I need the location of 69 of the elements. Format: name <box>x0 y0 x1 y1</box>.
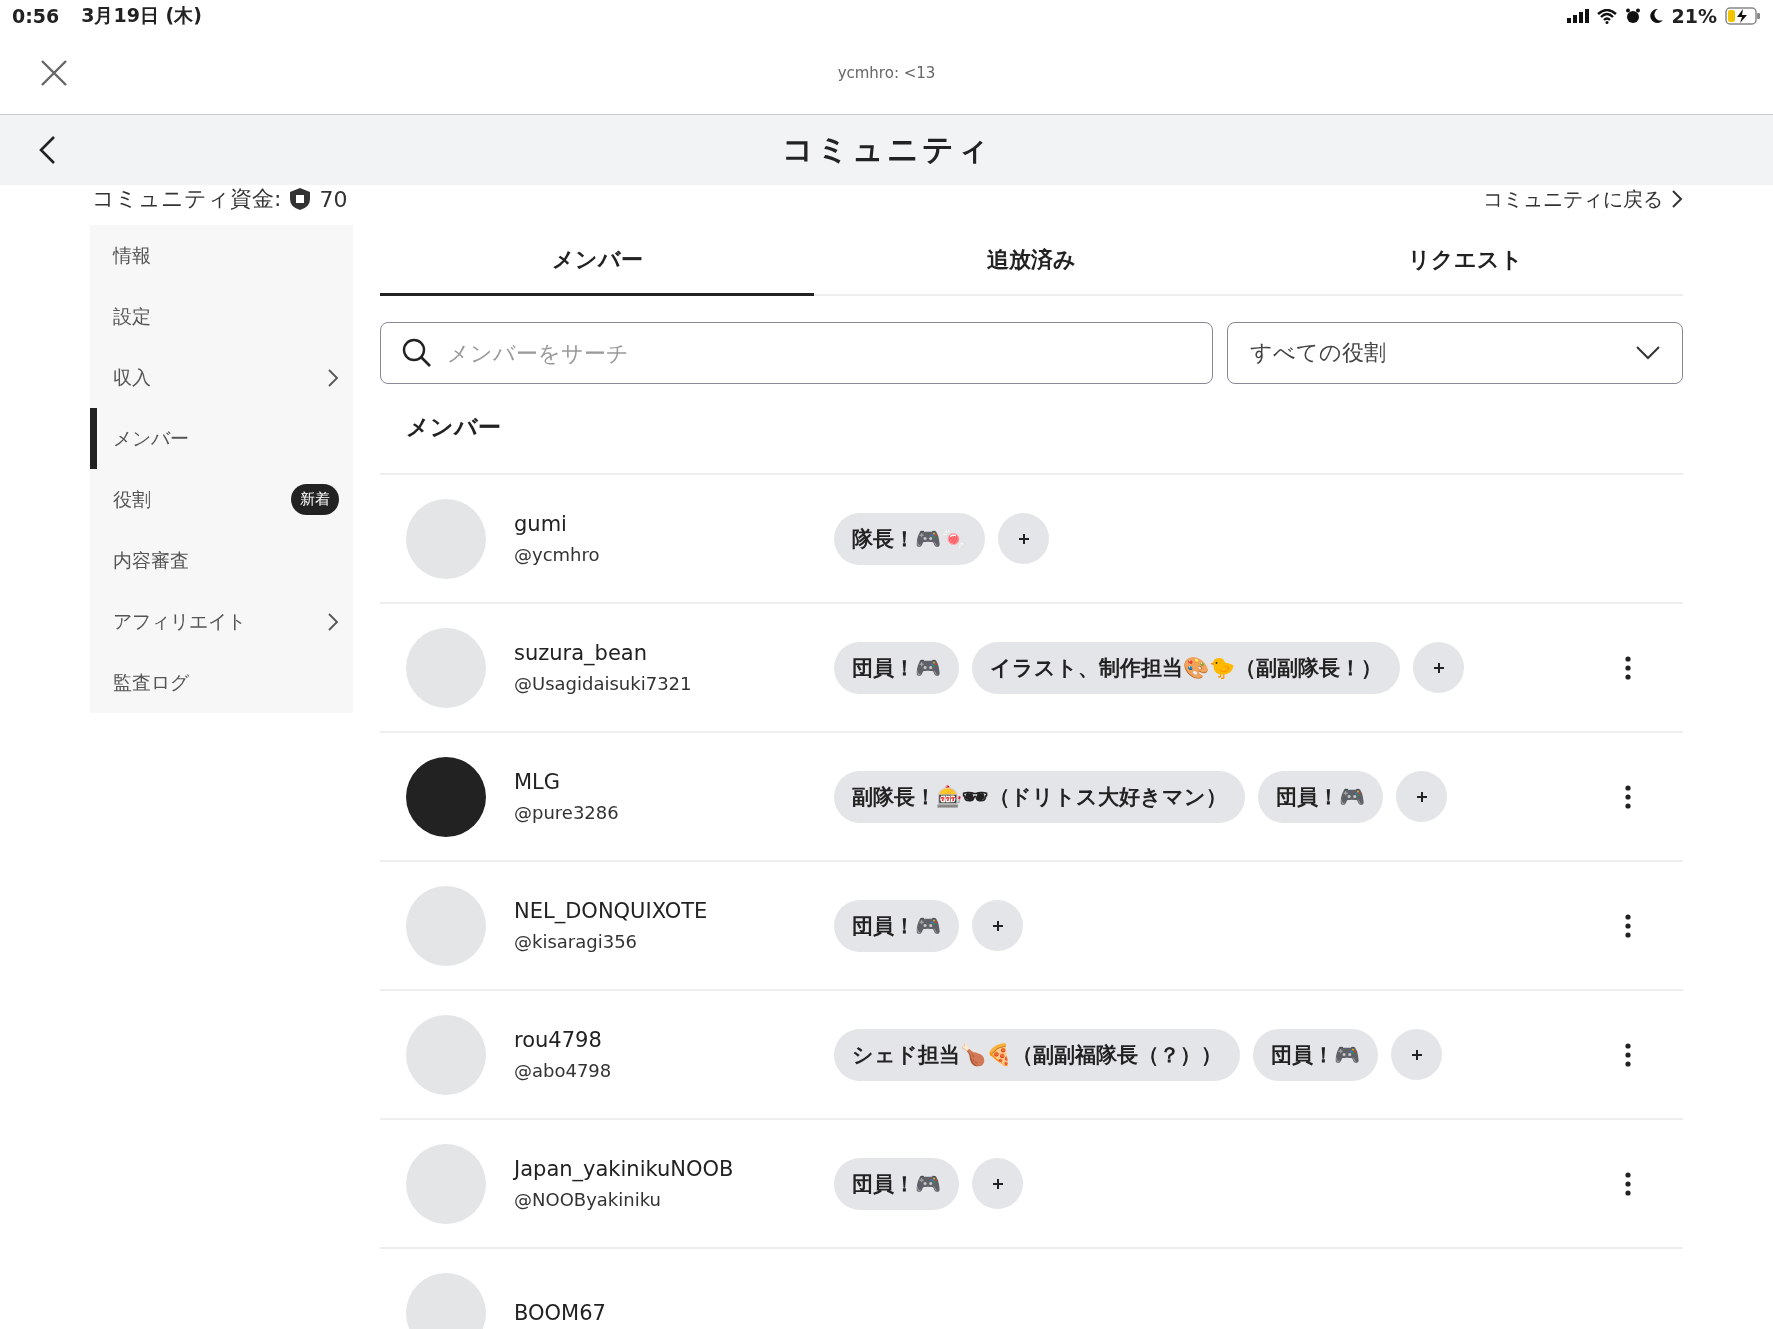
funds-label: コミュニティ資金: <box>92 185 282 213</box>
status-date: 3月19日 (木) <box>81 3 202 28</box>
more-options-icon[interactable] <box>1624 655 1632 680</box>
member-handle: @ycmhro <box>514 544 601 565</box>
member-name[interactable]: gumi <box>514 512 834 536</box>
sidebar-item[interactable]: 監査ログ <box>90 652 353 713</box>
sidebar-item[interactable]: 設定 <box>90 286 353 347</box>
tab[interactable]: 追放済み <box>814 225 1249 296</box>
member-name[interactable]: rou4798 <box>514 1028 834 1052</box>
more-options-icon[interactable] <box>1624 913 1632 938</box>
sidebar-item[interactable]: メンバー <box>90 408 353 469</box>
wifi-icon <box>1596 8 1617 24</box>
funds-amount: 70 <box>319 186 348 212</box>
plus-icon <box>991 919 1004 932</box>
plus-icon <box>1017 532 1030 545</box>
battery-percent: 21% <box>1671 5 1717 27</box>
role-chip[interactable]: 団員！🎮 <box>1258 770 1383 823</box>
sidebar-item[interactable]: 役割 新着 <box>90 469 353 530</box>
battery-charging-icon <box>1725 7 1761 25</box>
member-name[interactable]: NEL_DONQUIXOTE <box>514 899 834 923</box>
plus-icon <box>1415 790 1428 803</box>
back-icon[interactable] <box>38 135 56 165</box>
plus-icon <box>991 1177 1004 1190</box>
member-name[interactable]: suzura_bean <box>514 641 834 665</box>
chevron-right-icon <box>1671 189 1683 209</box>
tab[interactable]: リクエスト <box>1248 225 1683 296</box>
plus-icon <box>1410 1048 1423 1061</box>
more-options-icon[interactable] <box>1624 784 1632 809</box>
search-field[interactable]: メンバーをサーチ <box>380 322 1213 384</box>
page-title: コミュニティ <box>781 130 992 169</box>
member-handle: @abo4798 <box>514 1060 613 1081</box>
member-name[interactable]: BOOM67 <box>514 1300 834 1325</box>
member-handle: @pure3286 <box>514 802 620 823</box>
more-options-icon[interactable] <box>1624 1042 1632 1067</box>
section-title: メンバー <box>380 384 1683 475</box>
member-handle: @kisaragi356 <box>514 931 639 952</box>
role-chip[interactable]: 団員！🎮 <box>834 641 959 694</box>
role-chip[interactable]: シェド担当🍗🍕（副副福隊長（？）） <box>834 1028 1240 1081</box>
role-chip[interactable]: 団員！🎮 <box>834 899 959 952</box>
role-chip[interactable]: 隊長！🎮🍬 <box>834 512 985 565</box>
search-icon <box>402 338 432 368</box>
member-name[interactable]: MLG <box>514 770 834 794</box>
role-chip[interactable]: 副隊長！🎰🕶（ドリトス大好きマン） <box>834 770 1245 823</box>
role-chip[interactable]: 団員！🎮 <box>834 1157 959 1210</box>
alarm-icon <box>1624 8 1641 24</box>
plus-icon <box>1432 661 1445 674</box>
sidebar-item[interactable]: 収入 <box>90 347 353 408</box>
window-title: ycmhro: <13 <box>837 64 936 82</box>
role-chip[interactable]: 団員！🎮 <box>1253 1028 1378 1081</box>
moon-icon <box>1648 8 1664 24</box>
sidebar-item[interactable]: アフィリエイト <box>90 591 353 652</box>
member-handle: @Usagidaisuki7321 <box>514 673 693 694</box>
more-options-icon[interactable] <box>1624 1171 1632 1196</box>
sidebar-item[interactable]: 情報 <box>90 225 353 286</box>
shield-icon <box>289 187 312 211</box>
chevron-right-icon <box>327 611 339 632</box>
chevron-right-icon <box>327 367 339 388</box>
status-time: 0:56 <box>12 5 60 27</box>
member-name[interactable]: Japan_yakinikuNOOB <box>514 1157 834 1181</box>
chevron-down-icon <box>1636 346 1660 360</box>
sidebar-item[interactable]: 内容審査 <box>90 530 353 591</box>
signal-icon <box>1566 9 1589 23</box>
new-badge: 新着 <box>291 484 339 515</box>
member-handle: @NOOByakiniku <box>514 1189 662 1210</box>
tab[interactable]: メンバー <box>380 225 815 296</box>
role-chip[interactable]: イラスト、制作担当🎨🐤（副副隊長！） <box>972 641 1400 694</box>
back-to-community-link[interactable]: コミュニティに戻る <box>1483 185 1663 213</box>
close-icon[interactable] <box>40 59 68 87</box>
role-dropdown[interactable]: すべての役割 <box>1227 322 1683 384</box>
